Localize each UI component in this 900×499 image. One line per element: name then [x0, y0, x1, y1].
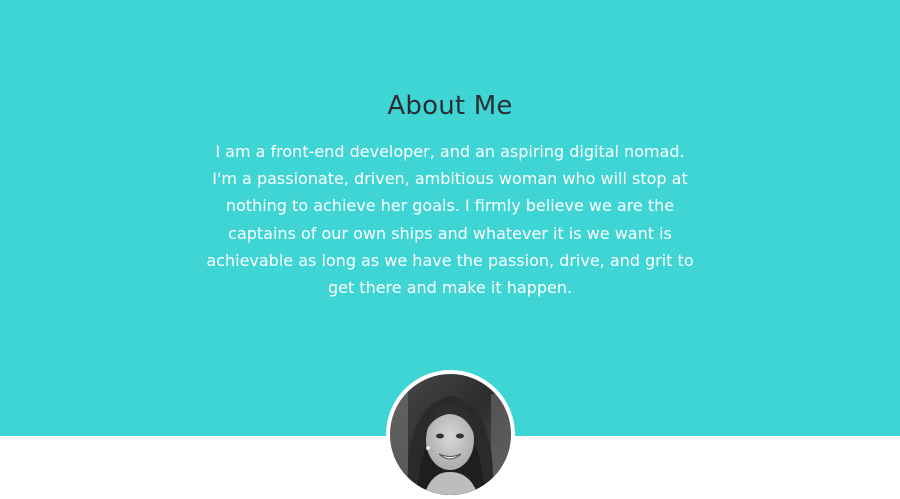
profile-photo-icon: [390, 374, 511, 495]
about-bio: I am a front-end developer, and an aspir…: [206, 142, 694, 298]
avatar: [386, 370, 515, 499]
about-title: About Me: [387, 91, 513, 121]
